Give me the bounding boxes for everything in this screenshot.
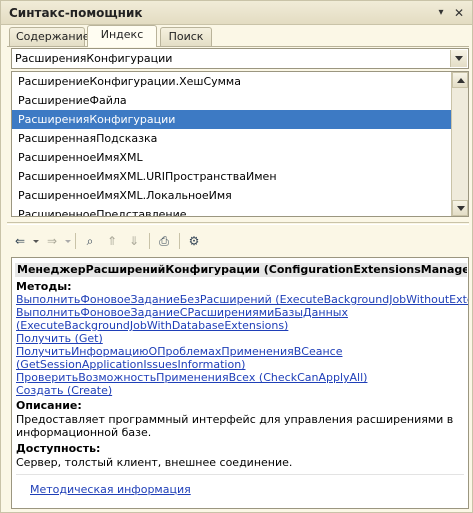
window-menu-button[interactable]: ▾ — [434, 6, 448, 20]
method-link[interactable]: (ExecuteBackgroundJobWithDatabaseExtensi… — [16, 319, 288, 332]
methods-title: Методы: — [16, 280, 72, 293]
list-item[interactable]: РасширенноеИмяXML.URIПространстваИмен — [12, 167, 452, 186]
syntax-helper-window: Синтакс-помощник ▾ ✕ Содержание Индекс П… — [0, 0, 473, 513]
forward-history-dropdown-icon[interactable] — [65, 240, 71, 243]
help-toolbar: ⇐ ⇒ ⌕ ⇑ ⇓ ⎙ ⚙ — [9, 231, 309, 253]
tab-divider — [7, 46, 469, 47]
tab-index[interactable]: Индекс — [87, 25, 157, 47]
divider — [16, 474, 464, 475]
methodical-info-link[interactable]: Методическая информация — [30, 483, 191, 496]
toolbar-separator — [179, 233, 180, 249]
settings-icon[interactable]: ⚙ — [183, 231, 205, 251]
list-item[interactable]: РасширениеКонфигурации.ХешСумма — [12, 72, 452, 91]
list-item[interactable]: РасширеннаяПодсказка — [12, 129, 452, 148]
sync-up-icon[interactable]: ⇑ — [101, 231, 123, 251]
availability-title: Доступность: — [16, 442, 101, 455]
method-link[interactable]: Создать (Create) — [16, 384, 112, 397]
list-scrollbar[interactable] — [451, 72, 468, 216]
close-icon[interactable]: ✕ — [452, 6, 466, 20]
description-text: информационной базе. — [16, 426, 152, 439]
help-content-panel: МенеджерРасширенийКонфигурации (Configur… — [11, 257, 469, 509]
panel-splitter[interactable] — [7, 222, 469, 225]
index-search-combo[interactable] — [11, 48, 469, 69]
back-icon[interactable]: ⇐ — [9, 231, 31, 251]
list-item[interactable]: РасширенноеИмяXML.ЛокальноеИмя — [12, 186, 452, 205]
description-title: Описание: — [16, 399, 82, 412]
back-history-dropdown-icon[interactable] — [33, 240, 39, 243]
scroll-up-button[interactable] — [452, 72, 468, 88]
list-item[interactable]: РасширениеФайла — [12, 91, 452, 110]
list-item[interactable]: РасширенноеПредставление — [12, 205, 452, 216]
topic-header: МенеджерРасширенийКонфигурации (Configur… — [15, 263, 467, 277]
tab-search[interactable]: Поиск — [160, 27, 212, 46]
list-item-selected[interactable]: РасширенияКонфигурации — [12, 110, 452, 129]
title-bar: Синтакс-помощник ▾ ✕ — [1, 1, 472, 25]
availability-text: Сервер, толстый клиент, внешнее соединен… — [16, 456, 293, 469]
forward-icon[interactable]: ⇒ — [41, 231, 63, 251]
list-item[interactable]: РасширенноеИмяXML — [12, 148, 452, 167]
chevron-down-icon — [455, 56, 463, 61]
method-link[interactable]: Получить (Get) — [16, 332, 103, 345]
arrow-up-icon — [457, 78, 465, 83]
toolbar-separator — [149, 233, 150, 249]
search-dropdown-button[interactable] — [450, 50, 467, 67]
index-search-input[interactable] — [15, 51, 445, 66]
index-items: РасширениеКонфигурации.ХешСумма Расширен… — [12, 72, 452, 216]
print-icon[interactable]: ⎙ — [153, 231, 175, 251]
window-title: Синтакс-помощник — [9, 6, 143, 20]
method-link[interactable]: ПроверитьВозможностьПримененияВсех (Chec… — [16, 371, 367, 384]
method-link[interactable]: ВыполнитьФоновоеЗаданиеСРасширениямиБазы… — [16, 306, 348, 319]
index-list[interactable]: РасширениеКонфигурации.ХешСумма Расширен… — [11, 71, 469, 217]
tab-contents[interactable]: Содержание — [9, 27, 90, 46]
toolbar-separator — [75, 233, 76, 249]
sync-down-icon[interactable]: ⇓ — [123, 231, 145, 251]
method-link[interactable]: ВыполнитьФоновоеЗаданиеБезРасширений (Ex… — [16, 293, 468, 306]
method-link[interactable]: (GetSessionApplicationIssuesInformation) — [16, 358, 245, 371]
find-in-list-icon[interactable]: ⌕ — [79, 231, 101, 251]
method-link[interactable]: ПолучитьИнформациюОПроблемахПримененияВС… — [16, 345, 342, 358]
scroll-down-button[interactable] — [452, 200, 468, 216]
arrow-down-icon — [457, 206, 465, 211]
description-text: Предоставляет программный интерфейс для … — [16, 413, 454, 426]
